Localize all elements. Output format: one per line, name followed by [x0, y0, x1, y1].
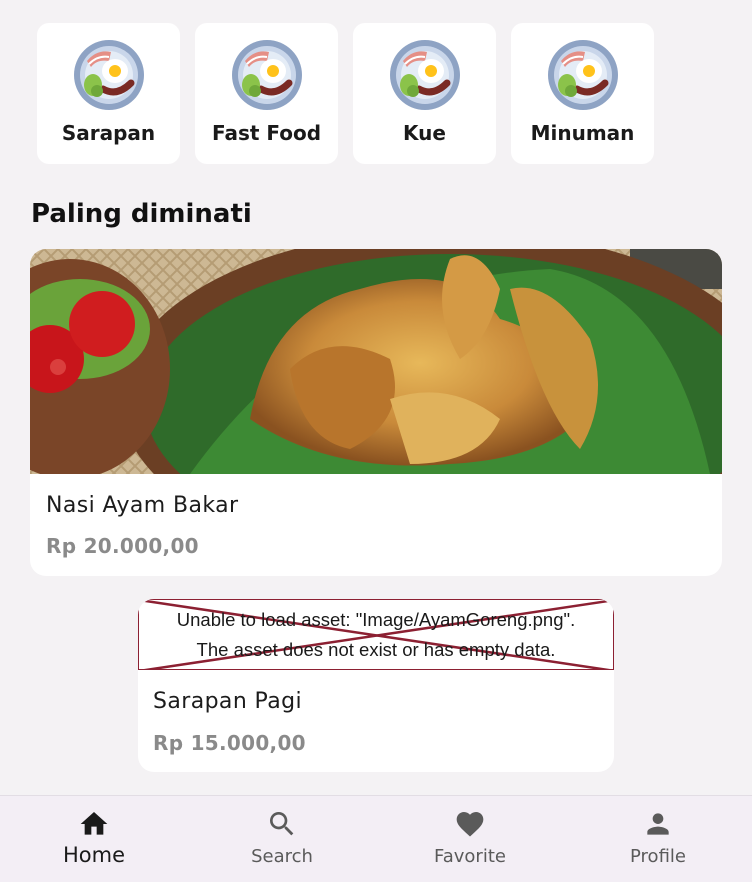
nav-profile[interactable]: Profile [564, 796, 752, 882]
breakfast-plate-icon [547, 39, 619, 111]
category-fast-food[interactable]: Fast Food [195, 23, 338, 164]
section-title: Paling diminati [31, 199, 252, 229]
category-sarapan[interactable]: Sarapan [37, 23, 180, 164]
nav-search[interactable]: Search [188, 796, 376, 882]
person-icon [647, 813, 669, 835]
nav-label: Profile [630, 846, 686, 867]
home-icon [80, 812, 108, 835]
error-line: The asset does not exist or has empty da… [196, 639, 556, 660]
error-line: Unable to load asset: "Image/AyamGoreng.… [176, 609, 576, 630]
bottom-navigation: Home Search Favorite Profile [0, 795, 752, 882]
category-label: Sarapan [61, 121, 156, 145]
nav-home[interactable]: Home [0, 796, 188, 882]
food-card[interactable]: Unable to load asset: "Image/AyamGoreng.… [138, 599, 614, 772]
nav-label: Favorite [434, 846, 506, 867]
nav-label: Search [251, 846, 313, 867]
food-name: Nasi Ayam Bakar [46, 493, 239, 518]
nav-favorite[interactable]: Favorite [376, 796, 564, 882]
food-image [30, 249, 722, 474]
food-price: Rp 15.000,00 [153, 731, 306, 755]
error-message: Unable to load asset: "Image/AyamGoreng.… [139, 600, 613, 665]
category-kue[interactable]: Kue [353, 23, 496, 164]
category-list: Sarapan Fast Food Kue Minuman [37, 23, 654, 164]
breakfast-plate-icon [389, 39, 461, 111]
category-label: Fast Food [211, 121, 322, 145]
food-card[interactable]: Nasi Ayam Bakar Rp 20.000,00 [30, 249, 722, 576]
heart-icon [456, 812, 484, 837]
search-icon [270, 812, 294, 836]
category-minuman[interactable]: Minuman [511, 23, 654, 164]
food-price: Rp 20.000,00 [46, 534, 199, 558]
category-label: Minuman [530, 121, 635, 145]
breakfast-plate-icon [231, 39, 303, 111]
food-name: Sarapan Pagi [153, 689, 302, 714]
category-label: Kue [403, 121, 446, 145]
breakfast-plate-icon [73, 39, 145, 111]
nav-label: Home [62, 843, 125, 867]
image-error-placeholder: Unable to load asset: "Image/AyamGoreng.… [138, 599, 614, 670]
